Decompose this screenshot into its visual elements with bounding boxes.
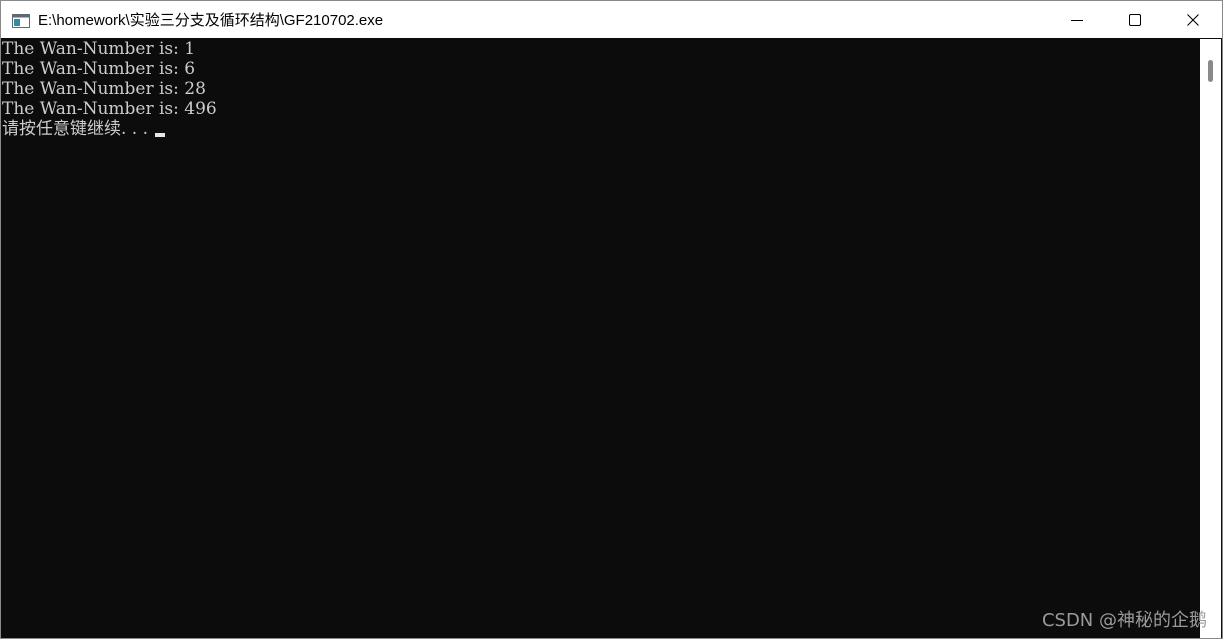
minimize-icon — [1071, 19, 1083, 21]
title-bar[interactable]: E:\homework\实验三分支及循环结构\GF210702.exe — [1, 1, 1222, 38]
console-line: The Wan-Number is: 6 — [2, 59, 196, 79]
vertical-scrollbar[interactable] — [1200, 39, 1221, 638]
maximize-button[interactable] — [1106, 1, 1164, 38]
console-output[interactable]: The Wan-Number is: 1 The Wan-Number is: … — [2, 39, 1201, 638]
maximize-icon — [1129, 13, 1141, 26]
scrollbar-thumb[interactable] — [1208, 60, 1213, 82]
window-controls — [1048, 1, 1222, 38]
console-prompt-line: 请按任意键继续. . . — [2, 119, 1201, 139]
console-line: The Wan-Number is: 1 — [2, 39, 196, 59]
close-button[interactable] — [1164, 1, 1222, 38]
window-title: E:\homework\实验三分支及循环结构\GF210702.exe — [38, 12, 384, 29]
console-line: The Wan-Number is: 28 — [2, 79, 206, 99]
console-window: E:\homework\实验三分支及循环结构\GF210702.exe The … — [0, 0, 1223, 639]
watermark: CSDN @神秘的企鹅 — [1041, 610, 1207, 631]
close-icon — [1187, 13, 1199, 26]
minimize-button[interactable] — [1048, 1, 1106, 38]
console-line: The Wan-Number is: 496 — [2, 99, 217, 119]
text-cursor — [155, 133, 166, 137]
console-app-icon[interactable] — [12, 13, 30, 28]
pause-prompt: 请按任意键继续. . . — [2, 119, 154, 139]
